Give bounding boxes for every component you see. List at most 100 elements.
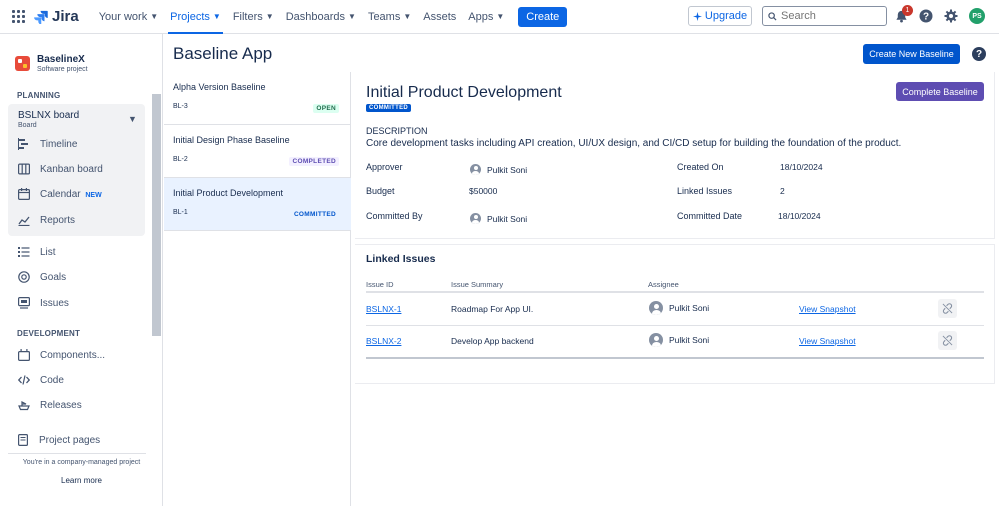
reports-icon (18, 216, 30, 226)
project-pages-icon (18, 434, 28, 446)
sidebar-item-project-pages[interactable]: Project pages (17, 434, 100, 446)
nav-projects[interactable]: Projects ▼ (164, 0, 227, 34)
notification-badge: 1 (902, 5, 913, 16)
sidebar-item-calendar[interactable]: Calendar NEW (18, 188, 102, 200)
linked-issues-label: Linked Issues (677, 186, 733, 196)
project-type: Software project (37, 66, 88, 73)
nav-assets-label: Assets (423, 10, 457, 23)
detail-title: Initial Product Development (366, 84, 562, 101)
sidebar-item-label: Code (40, 374, 64, 386)
committed-by-label: Committed By (366, 211, 423, 221)
unlink-issue-button[interactable] (938, 299, 957, 318)
sparkle-icon (692, 11, 702, 21)
help-button[interactable]: ? (918, 8, 934, 24)
jira-logo[interactable]: Jira (34, 8, 79, 25)
project-sidebar: BaselineX Software project PLANNING BSLN… (0, 34, 163, 506)
help-icon[interactable]: ? (972, 47, 986, 61)
project-name: BaselineX (37, 54, 85, 65)
sidebar-item-issues[interactable]: Issues (18, 297, 69, 309)
baseline-name: Initial Product Development (173, 188, 284, 198)
nav-your-work[interactable]: Your work ▼ (93, 0, 164, 34)
sidebar-item-goals[interactable]: Goals (18, 271, 66, 283)
code-icon (18, 375, 30, 385)
committed-by-value: Pulkit Soni (470, 213, 527, 224)
unlink-icon (942, 303, 953, 314)
search-box[interactable] (762, 6, 887, 26)
sidebar-divider (8, 453, 146, 454)
baseline-list: Alpha Version Baseline BL-3 OPEN Initial… (164, 72, 351, 506)
description-label: DESCRIPTION (366, 126, 428, 136)
search-icon (768, 11, 777, 21)
description-text: Core development tasks including API cre… (366, 138, 902, 149)
created-on-label: Created On (677, 162, 724, 172)
sidebar-item-releases[interactable]: Releases (18, 399, 82, 411)
baseline-name: Initial Design Phase Baseline (173, 135, 290, 145)
status-badge: COMPLETED (289, 157, 339, 166)
unlink-icon (942, 335, 953, 346)
timeline-icon (18, 138, 28, 150)
chevron-down-icon: ▼ (348, 12, 356, 21)
goals-icon (18, 271, 30, 283)
nav-filters-label: Filters (232, 10, 263, 23)
nav-dashboards[interactable]: Dashboards ▼ (280, 0, 362, 34)
nav-teams-label: Teams (367, 10, 401, 23)
new-tag: NEW (85, 191, 102, 199)
committed-date-value: 18/10/2024 (778, 211, 821, 221)
user-avatar-icon (649, 301, 663, 315)
board-selector[interactable]: BSLNX board Board (18, 110, 79, 129)
sidebar-item-list[interactable]: List (18, 246, 56, 258)
baseline-card[interactable]: Alpha Version Baseline BL-3 OPEN (164, 72, 351, 125)
nav-projects-label: Projects (170, 10, 210, 23)
upgrade-button[interactable]: Upgrade (688, 6, 752, 26)
settings-button[interactable] (943, 8, 959, 24)
baseline-id: BL-3 (173, 103, 188, 110)
issue-id-link[interactable]: BSLNX-2 (366, 336, 401, 346)
approver-label: Approver (366, 162, 403, 172)
issue-assignee: Pulkit Soni (649, 301, 709, 315)
nav-teams[interactable]: Teams ▼ (362, 0, 417, 34)
jira-logo-text: Jira (52, 8, 79, 25)
nav-apps[interactable]: Apps ▼ (462, 0, 510, 34)
sidebar-item-code[interactable]: Code (18, 374, 64, 386)
learn-more-link[interactable]: Learn more (0, 476, 163, 485)
page-title: Baseline App (173, 44, 273, 63)
primary-nav: Your work ▼ Projects ▼ Filters ▼ Dashboards… (93, 0, 511, 34)
committed-date-label: Committed Date (677, 211, 743, 221)
view-snapshot-link[interactable]: View Snapshot (799, 304, 856, 314)
board-sub: Board (18, 122, 37, 129)
chevron-down-icon: ▼ (150, 12, 159, 21)
nav-assets[interactable]: Assets (417, 0, 462, 34)
budget-label: Budget (366, 186, 395, 196)
help-icon: ? (919, 9, 933, 23)
create-button[interactable]: Create (518, 6, 568, 27)
baseline-card-selected[interactable]: Initial Product Development BL-1 COMMITT… (164, 178, 351, 231)
complete-baseline-button[interactable]: Complete Baseline (896, 82, 984, 101)
nav-dashboards-label: Dashboards (285, 10, 346, 23)
user-avatar[interactable]: PS (969, 8, 985, 24)
sidebar-item-label: Releases (40, 399, 82, 411)
committed-by-name: Pulkit Soni (487, 213, 528, 224)
svg-text:?: ? (923, 12, 929, 23)
nav-filters[interactable]: Filters ▼ (227, 0, 280, 34)
search-input[interactable] (781, 10, 881, 22)
assignee-name: Pulkit Soni (669, 303, 710, 313)
baseline-card[interactable]: Initial Design Phase Baseline BL-2 COMPL… (164, 125, 351, 178)
sidebar-item-kanban-board[interactable]: Kanban board (18, 163, 103, 175)
unlink-issue-button[interactable] (938, 331, 957, 350)
chevron-down-icon[interactable]: ▼ (128, 114, 137, 124)
development-heading: DEVELOPMENT (17, 329, 81, 338)
sidebar-item-components[interactable]: Components... (18, 349, 105, 361)
sidebar-item-reports[interactable]: Reports (18, 214, 75, 226)
status-badge: OPEN (313, 104, 339, 113)
issue-id-link[interactable]: BSLNX-1 (366, 304, 401, 314)
create-new-baseline-button[interactable]: Create New Baseline (863, 44, 960, 64)
status-badge: COMMITTED (290, 210, 339, 219)
app-switcher-icon[interactable] (12, 9, 26, 24)
sidebar-scrollbar[interactable] (152, 94, 161, 336)
chevron-down-icon: ▼ (212, 12, 221, 21)
baseline-id: BL-1 (173, 209, 188, 216)
sidebar-item-timeline[interactable]: Timeline (18, 138, 77, 150)
table-header-divider (366, 291, 984, 293)
view-snapshot-link[interactable]: View Snapshot (799, 336, 856, 346)
project-header[interactable]: BaselineX Software project (15, 54, 88, 73)
